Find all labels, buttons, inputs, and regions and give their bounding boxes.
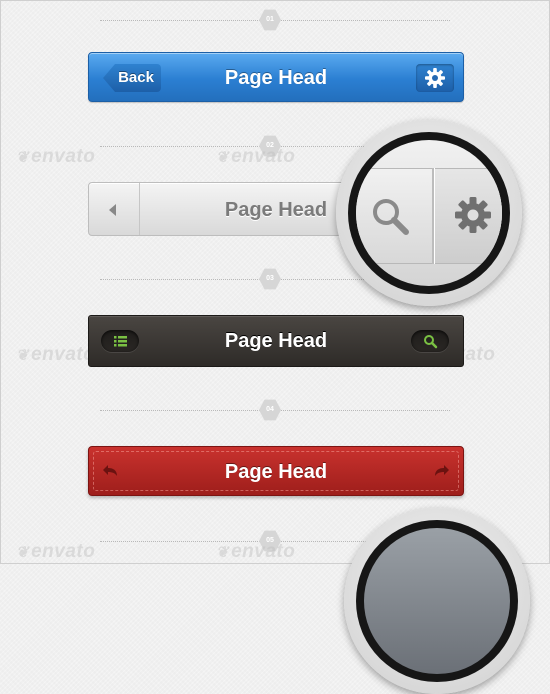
magnifier-lens [364,528,510,674]
search-icon[interactable] [366,192,416,242]
red-navigation-bar: Page Head [88,446,464,496]
dark-navigation-bar: Page Head [88,315,464,367]
page-title: Page Head [224,67,328,89]
gear-icon [455,197,491,233]
gear-icon [425,68,445,88]
watermark: ❦envato [16,541,96,562]
blue-navigation-bar: Back Page Head [88,52,464,102]
settings-button[interactable] [416,64,454,92]
zoomed-divider [432,168,434,264]
watermark: ❦envato [16,146,96,167]
leaf-icon: ❦ [16,347,30,364]
page-title: Page Head [224,330,328,352]
leaf-icon: ❦ [216,149,230,166]
page-title: Page Head [224,461,328,483]
leaf-icon: ❦ [16,544,30,561]
search-icon [424,335,438,349]
watermark: ❦envato [216,541,296,562]
magnifier-lens [356,140,502,286]
search-button[interactable] [411,330,449,352]
watermark: ❦envato [16,344,96,365]
leaf-icon: ❦ [16,149,30,166]
leaf-icon: ❦ [216,544,230,561]
watermark: ❦envato [216,146,296,167]
redo-arrow-icon[interactable] [431,463,451,479]
